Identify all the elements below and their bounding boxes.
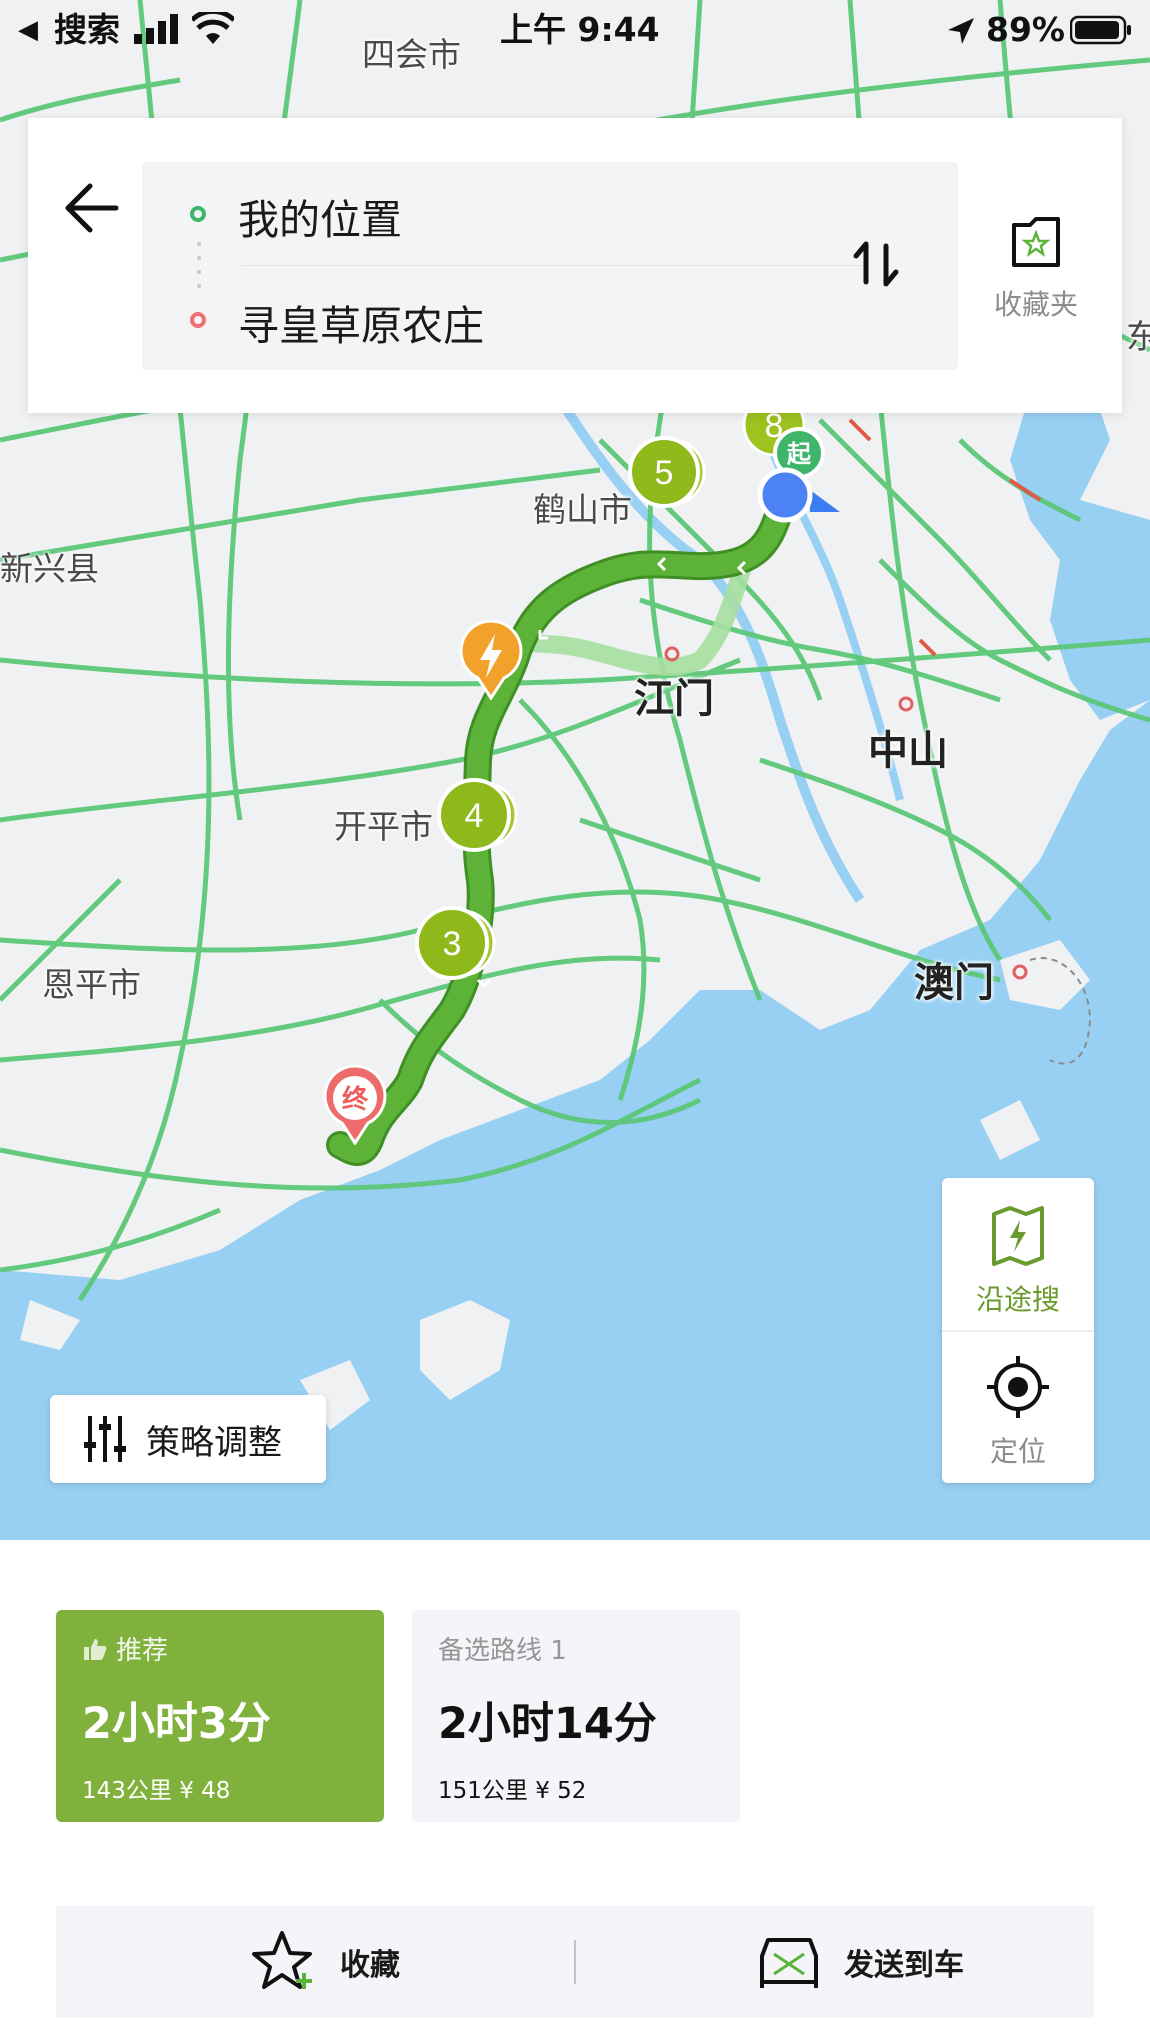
clock: 上午 9:44	[500, 10, 660, 49]
cluster-4-marker[interactable]: 4	[432, 775, 532, 855]
map-label-kaiping: 开平市	[334, 807, 433, 846]
divider	[242, 265, 862, 266]
route-duration: 2小时14分	[438, 1699, 657, 1749]
route-search-card: 我的位置 寻皇草原农庄 收藏夹	[28, 118, 1122, 413]
favorites-button[interactable]: 收藏夹	[966, 213, 1106, 343]
map-label-xinxing: 新兴县	[0, 549, 99, 588]
favorites-label: 收藏夹	[993, 288, 1078, 321]
action-divider	[574, 1940, 576, 1984]
map-tools: 沿途搜 定位	[942, 1178, 1094, 1483]
route-duration: 2小时3分	[82, 1699, 271, 1749]
favorite-button[interactable]: 收藏	[252, 1906, 400, 2018]
charging-station-marker[interactable]	[458, 620, 524, 700]
car-send-icon	[760, 1938, 818, 1988]
along-search-button[interactable]: 沿途搜	[942, 1204, 1094, 1318]
destination-dot-icon	[190, 312, 206, 328]
along-search-label: 沿途搜	[975, 1283, 1060, 1316]
route-tag: 推荐	[116, 1636, 169, 1666]
send-to-car-label: 发送到车	[844, 1948, 964, 1983]
swap-icon[interactable]	[842, 224, 912, 304]
cluster-5-marker[interactable]: 5	[620, 432, 720, 512]
map-label-enping: 恩平市	[42, 965, 141, 1004]
back-arrow-icon[interactable]: ◀	[18, 0, 38, 60]
map-label-heshan: 鹤山市	[533, 490, 632, 529]
cluster-5-label: 5	[655, 454, 674, 492]
battery-percent: 89%	[986, 10, 1065, 49]
location-arrow-icon	[948, 18, 974, 44]
map-bolt-icon	[992, 1206, 1044, 1266]
map-label-macau: 澳门	[914, 960, 994, 1006]
back-arrow-icon[interactable]	[58, 168, 138, 248]
destination-field[interactable]: 寻皇草原农庄	[238, 292, 484, 352]
sliders-icon	[84, 1416, 126, 1462]
end-label: 终	[342, 1084, 369, 1115]
cluster-4-label: 4	[465, 797, 484, 835]
status-bar: ◀ 搜索 上午 9:44 89%	[0, 0, 1150, 60]
thumbs-up-icon	[84, 1638, 107, 1660]
strategy-adjust-button[interactable]: 策略调整	[50, 1395, 326, 1483]
folder-star-icon	[1012, 217, 1060, 267]
route-distance-cost: 143公里 ¥ 48	[82, 1778, 231, 1804]
start-location-marker[interactable]: 8 起	[730, 395, 880, 535]
connector-dots	[197, 242, 201, 288]
strategy-label: 策略调整	[146, 1422, 282, 1463]
locate-label: 定位	[989, 1435, 1046, 1468]
cluster-3-label: 3	[443, 925, 462, 963]
tools-divider	[942, 1330, 1094, 1332]
destination-marker[interactable]: 终	[322, 1065, 388, 1145]
map-label-edge: 东	[1126, 317, 1150, 356]
route-option-recommended[interactable]: 推荐 2小时3分 143公里 ¥ 48	[56, 1610, 384, 1822]
send-to-car-button[interactable]: 发送到车	[756, 1906, 964, 2018]
cluster-3-marker[interactable]: 3	[410, 903, 510, 983]
origin-field[interactable]: 我的位置	[238, 186, 402, 246]
back-app-label[interactable]: 搜索	[54, 0, 120, 60]
favorite-label: 收藏	[340, 1948, 400, 1983]
star-add-icon	[252, 1931, 312, 1989]
origin-dot-icon	[190, 206, 206, 222]
route-option-alternative-1[interactable]: 备选路线 1 2小时14分 151公里 ¥ 52	[412, 1610, 740, 1822]
action-bar: 收藏 发送到车	[56, 1906, 1094, 2018]
wifi-icon	[192, 12, 234, 44]
map-label-jiangmen: 江门	[634, 676, 714, 722]
route-options-panel: 推荐 2小时3分 143公里 ¥ 48 备选路线 1 2小时14分 151公里 …	[0, 1540, 1150, 2044]
battery-icon	[1070, 15, 1131, 45]
locate-button[interactable]: 定位	[942, 1354, 1094, 1470]
crosshair-icon	[987, 1356, 1049, 1418]
signal-icon	[134, 14, 178, 44]
start-label: 起	[786, 440, 812, 468]
origin-destination-panel: 我的位置 寻皇草原农庄	[142, 162, 958, 370]
map-label-zhongshan: 中山	[868, 728, 948, 774]
route-tag: 备选路线 1	[438, 1636, 567, 1666]
route-distance-cost: 151公里 ¥ 52	[438, 1778, 587, 1804]
